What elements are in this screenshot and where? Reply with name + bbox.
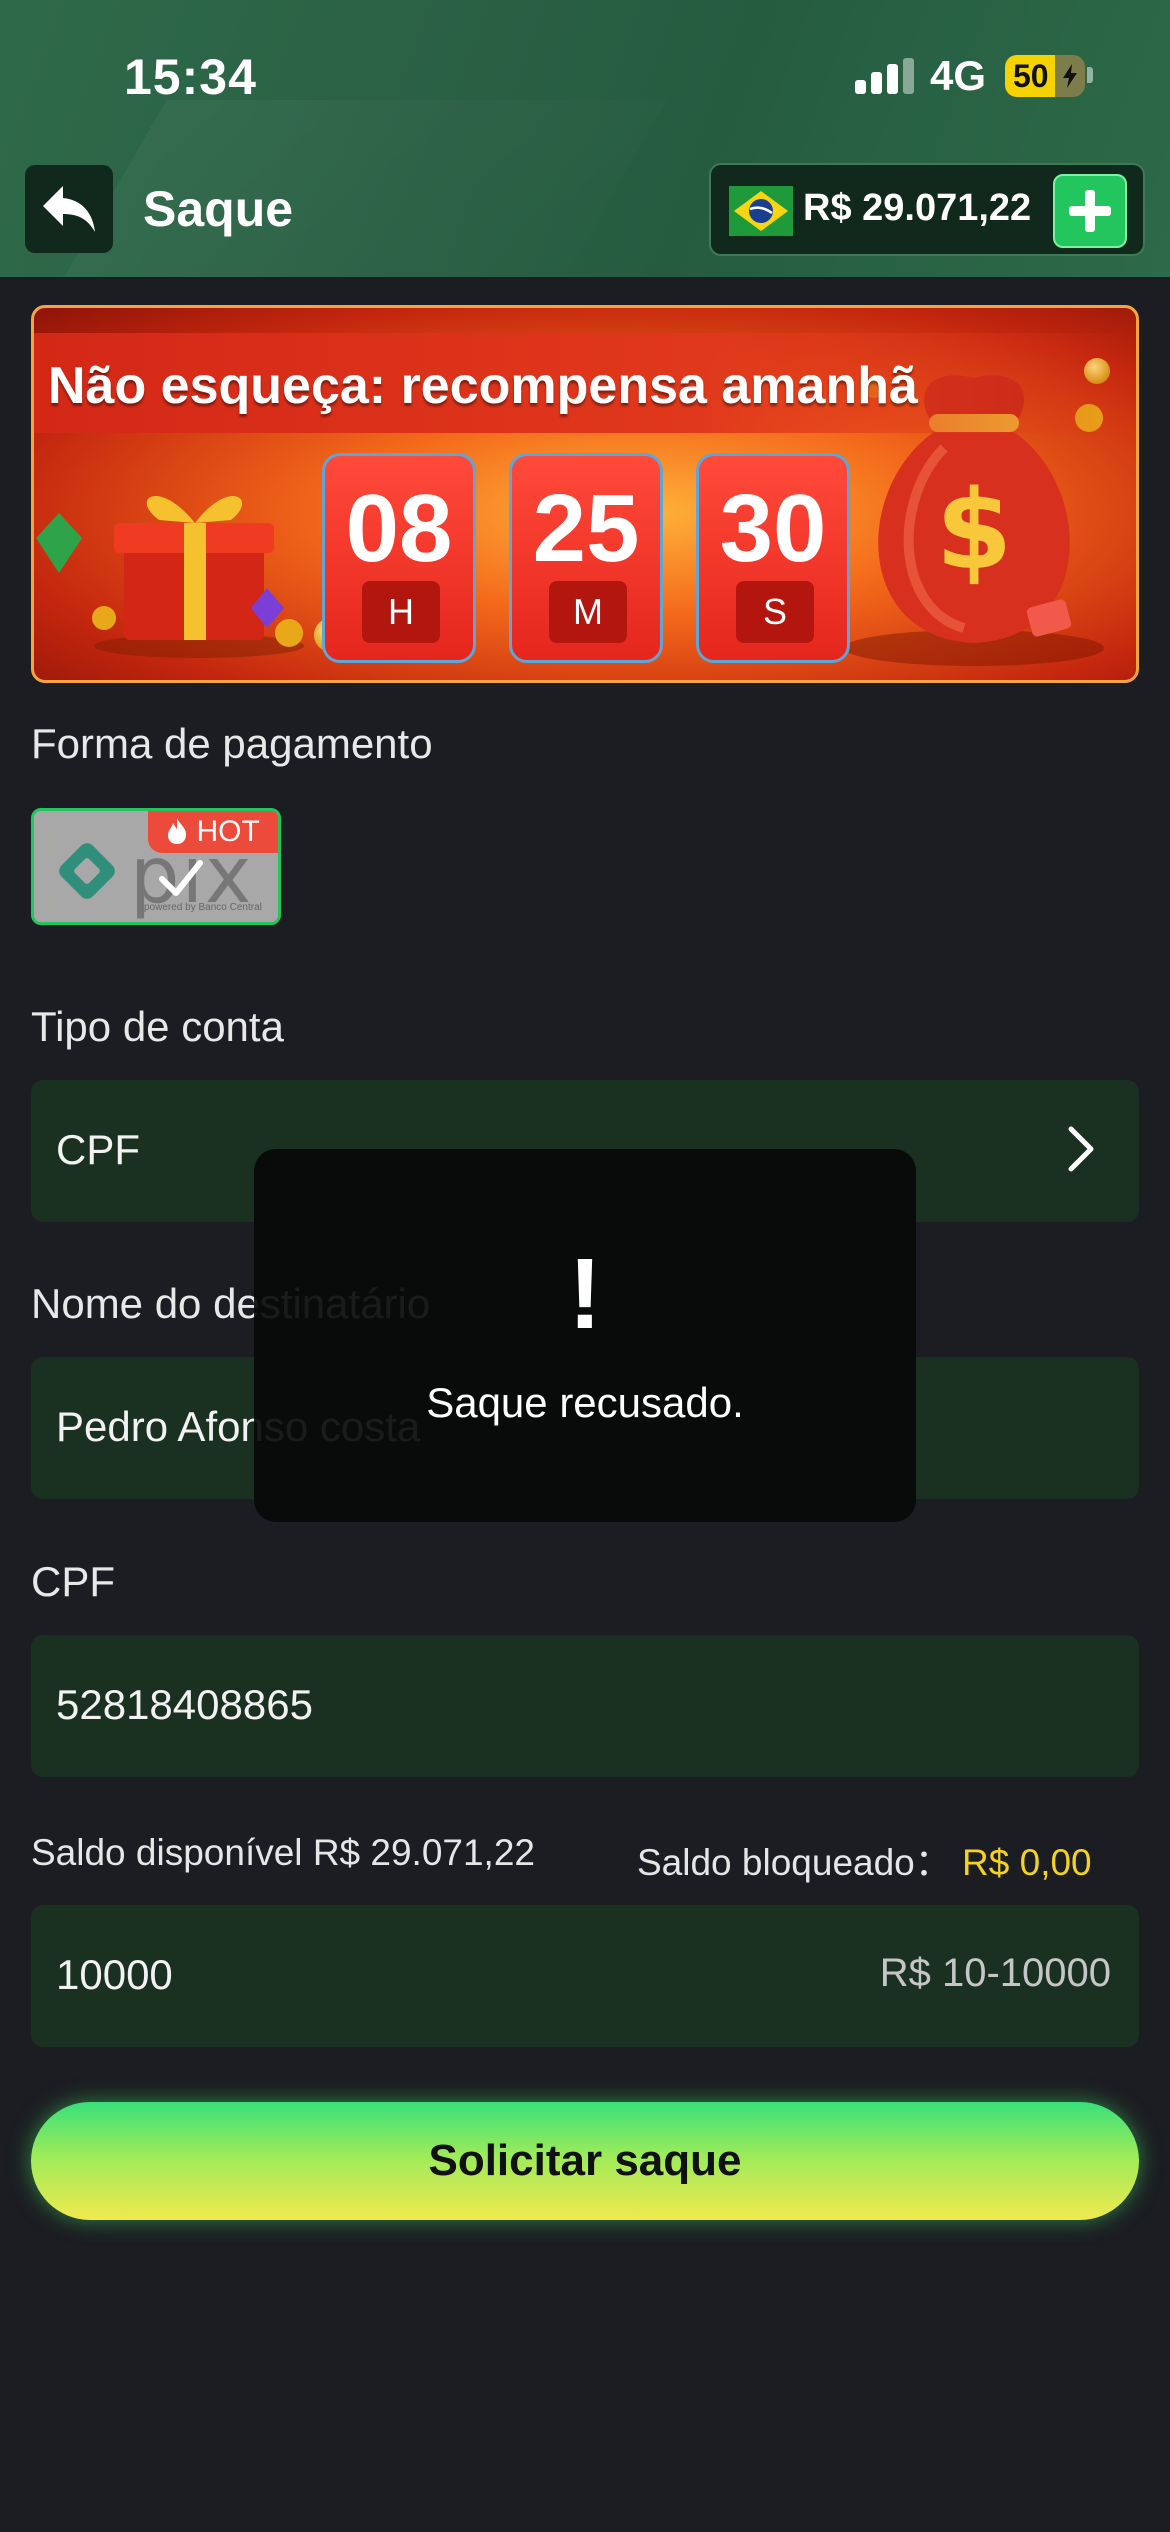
- banner-title: Não esqueça: recompensa amanhã: [48, 357, 918, 415]
- battery-cap: [1087, 67, 1093, 83]
- plus-icon: [1069, 190, 1111, 232]
- toast-message: Saque recusado.: [426, 1379, 744, 1426]
- status-time: 15:34: [124, 49, 257, 105]
- brazil-flag-icon: [729, 186, 793, 236]
- gift-box-icon: [92, 495, 304, 658]
- blocked-balance: Saldo bloqueado： R$ 0,00: [637, 1832, 1092, 1886]
- hot-badge-label: HOT: [196, 815, 260, 848]
- account-type-label: Tipo de conta: [31, 1003, 284, 1050]
- timer-seconds: 30 S: [696, 453, 850, 663]
- cpf-field[interactable]: 52818408865: [31, 1635, 1139, 1777]
- balance-amount: R$ 29.071,22: [803, 187, 1032, 229]
- timer-minutes-value: 25: [532, 475, 640, 582]
- timer-seconds-value: 30: [719, 475, 827, 582]
- available-balance-value: R$ 29.071,22: [312, 1832, 535, 1873]
- payment-method-label: Forma de pagamento: [31, 720, 433, 767]
- cpf-label: CPF: [31, 1558, 115, 1605]
- cpf-value: 52818408865: [56, 1681, 313, 1728]
- gem-icon: [36, 513, 82, 573]
- error-toast: ! Saque recusado.: [254, 1149, 916, 1522]
- pix-payment-option[interactable]: pix powered by Banco Central HOT: [31, 808, 281, 925]
- available-balance-label: Saldo disponível: [31, 1832, 303, 1873]
- cellular-signal-icon: [855, 58, 915, 94]
- withdraw-amount-field[interactable]: 10000 R$ 10-10000: [31, 1905, 1139, 2047]
- timer-hours-unit: H: [362, 581, 440, 643]
- available-balance: Saldo disponível R$ 29.071,22: [31, 1832, 535, 1874]
- timer-hours: 08 H: [322, 453, 476, 663]
- check-icon: [159, 860, 203, 896]
- add-funds-button[interactable]: [1053, 174, 1127, 248]
- blocked-balance-label: Saldo bloqueado：: [637, 1842, 952, 1883]
- timer-seconds-unit: S: [736, 581, 814, 643]
- back-arrow-icon: [43, 186, 95, 232]
- balance-widget[interactable]: R$ 29.071,22: [709, 163, 1145, 256]
- page-title: Saque: [143, 181, 294, 237]
- battery-icon: 50: [1005, 55, 1085, 97]
- withdraw-amount-range: R$ 10-10000: [879, 1951, 1111, 1995]
- alert-icon: !: [568, 1238, 602, 1350]
- app-header: 15:34 4G 50 Saque R$ 29.071,22: [0, 0, 1170, 277]
- flame-icon: [168, 818, 187, 844]
- network-type: 4G: [930, 52, 987, 99]
- hot-badge: HOT: [148, 811, 278, 853]
- pix-logo-icon: [59, 843, 115, 899]
- battery-level: 50: [1013, 58, 1049, 94]
- back-button[interactable]: [25, 165, 113, 253]
- withdraw-amount-value: 10000: [56, 1951, 173, 1998]
- reward-banner[interactable]: $ Não esqueça: recompensa amanhã 08 H 25…: [31, 305, 1139, 683]
- account-type-value: CPF: [56, 1126, 140, 1173]
- request-withdraw-button[interactable]: Solicitar saque: [31, 2102, 1139, 2220]
- timer-minutes: 25 M: [509, 453, 663, 663]
- timer-minutes-unit: M: [549, 581, 627, 643]
- timer-hours-value: 08: [345, 475, 453, 582]
- blocked-balance-value: R$ 0,00: [962, 1842, 1092, 1883]
- svg-text:$: $: [936, 466, 1013, 594]
- chevron-right-icon: [1068, 1126, 1094, 1172]
